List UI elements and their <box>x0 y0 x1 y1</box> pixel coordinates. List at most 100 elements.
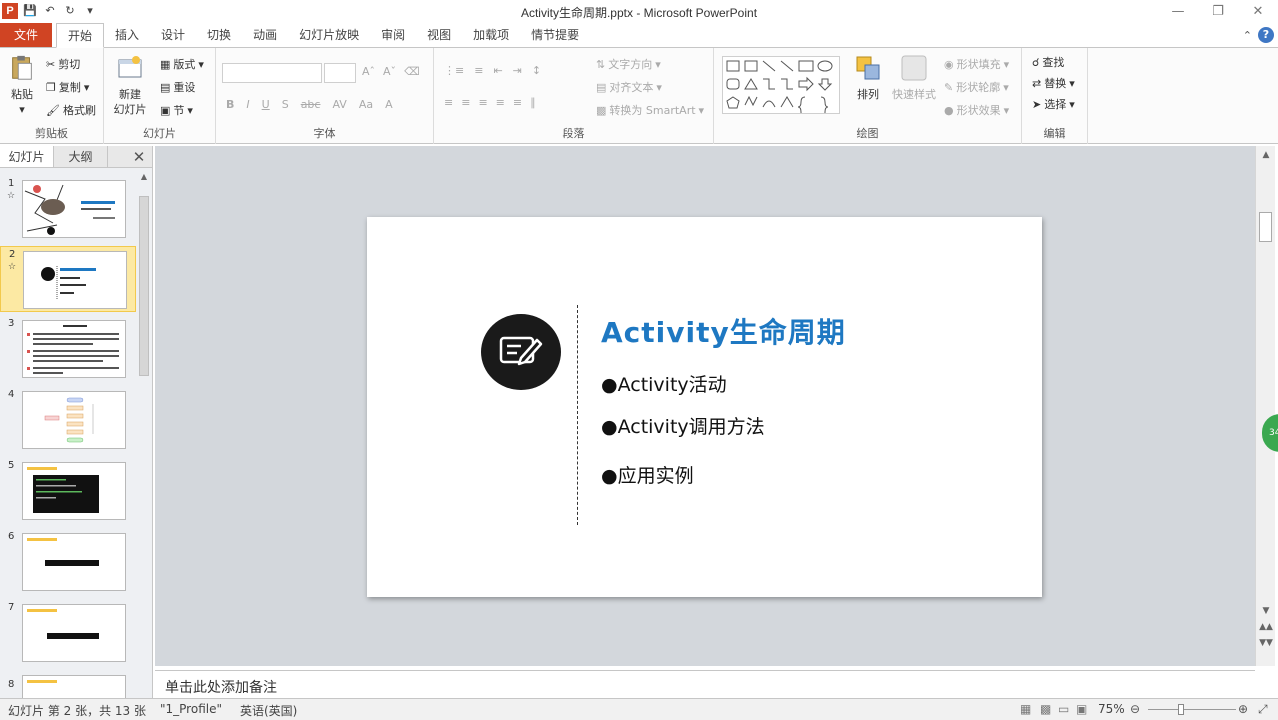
replace-button[interactable]: ⇄ 替换 ▾ <box>1032 75 1075 91</box>
bullet-item[interactable]: ●Activity调用方法 <box>601 412 765 439</box>
underline-icon[interactable]: U <box>262 98 270 111</box>
bullets-icon[interactable]: ⋮≡ <box>444 64 464 77</box>
help-icon[interactable]: ? <box>1258 27 1274 43</box>
strikethrough-icon[interactable]: abc <box>301 98 321 111</box>
reading-view-icon[interactable]: ▭ <box>1058 702 1069 716</box>
clear-format-icon[interactable]: ⌫ <box>404 65 420 78</box>
paste-button[interactable]: 粘贴 ▾ <box>6 54 38 117</box>
layout-button[interactable]: ▦ 版式 ▾ <box>160 56 204 72</box>
slide-thumbnail-8[interactable]: 8 <box>0 671 136 698</box>
tab-animations[interactable]: 动画 <box>242 23 288 47</box>
tab-home[interactable]: 开始 <box>56 23 105 48</box>
select-button[interactable]: ➤ 选择 ▾ <box>1032 96 1075 112</box>
grow-font-icon[interactable]: Aˆ <box>362 65 375 78</box>
shrink-font-icon[interactable]: Aˇ <box>383 65 396 78</box>
tab-transitions[interactable]: 切换 <box>196 23 242 47</box>
slide-thumbnail-7[interactable]: 7 <box>0 600 136 666</box>
tab-view[interactable]: 视图 <box>416 23 462 47</box>
justify-icon[interactable]: ≡ <box>496 96 505 109</box>
tab-design[interactable]: 设计 <box>150 23 196 47</box>
char-spacing-icon[interactable]: AV <box>332 98 346 111</box>
tab-slides-panel[interactable]: 幻灯片 <box>0 146 54 167</box>
close-panel-icon[interactable]: ✕ <box>126 146 152 167</box>
font-color-icon[interactable]: A <box>385 98 393 111</box>
slide-scroll-thumb[interactable] <box>1259 212 1272 242</box>
cut-button[interactable]: ✂ 剪切 <box>46 56 80 72</box>
slide-sorter-icon[interactable]: ▩ <box>1040 702 1051 716</box>
align-center-icon[interactable]: ≡ <box>461 96 470 109</box>
notes-pane[interactable]: 单击此处添加备注 <box>155 670 1255 698</box>
zoom-slider[interactable] <box>1148 704 1236 715</box>
tab-insert[interactable]: 插入 <box>104 23 150 47</box>
tab-file[interactable]: 文件 <box>0 23 52 47</box>
panel-scrollbar[interactable]: ▲ <box>138 172 150 694</box>
arrange-button[interactable]: 排列 <box>850 54 886 102</box>
zoom-slider-thumb[interactable] <box>1178 704 1184 715</box>
current-slide[interactable]: Activity生命周期 ●Activity活动 ●Activity调用方法 ●… <box>367 217 1042 597</box>
scroll-down-icon[interactable]: ▼ <box>1256 606 1276 616</box>
align-text-button[interactable]: ▤ 对齐文本 ▾ <box>596 79 662 95</box>
new-slide-button[interactable]: 新建 幻灯片 <box>110 54 150 117</box>
slide-thumbnail-5[interactable]: 5 <box>0 458 136 524</box>
theme-name[interactable]: "1_Profile" <box>160 702 222 716</box>
fit-to-window-icon[interactable]: ⤢ <box>1258 702 1268 717</box>
slide-thumbnail-6[interactable]: 6 <box>0 529 136 595</box>
font-name-combo[interactable] <box>222 63 322 83</box>
paste-dropdown-icon[interactable]: ▾ <box>6 102 38 117</box>
collapse-ribbon-icon[interactable]: ⌃ <box>1243 29 1252 42</box>
increase-indent-icon[interactable]: ⇥ <box>513 64 522 77</box>
line-spacing-icon[interactable]: ↕ <box>532 64 541 77</box>
quick-styles-button[interactable]: 快速样式 <box>890 54 938 102</box>
decrease-indent-icon[interactable]: ⇤ <box>493 64 502 77</box>
tab-slideshow[interactable]: 幻灯片放映 <box>288 23 370 47</box>
slide-thumbnail-3[interactable]: 3 <box>0 316 136 382</box>
shape-outline-button[interactable]: ✎ 形状轮廓 ▾ <box>944 79 1009 95</box>
numbering-icon[interactable]: ≡ <box>474 64 483 77</box>
format-painter-button[interactable]: 🖌 格式刷 <box>46 102 96 118</box>
language-indicator[interactable]: 英语(英国) <box>240 702 297 719</box>
scroll-up-icon[interactable]: ▲ <box>138 172 150 181</box>
slide-title[interactable]: Activity生命周期 <box>601 311 846 351</box>
align-right-icon[interactable]: ≡ <box>478 96 487 109</box>
zoom-out-icon[interactable]: ⊖ <box>1130 702 1140 716</box>
zoom-level[interactable]: 75% <box>1098 702 1125 716</box>
panel-scroll-thumb[interactable] <box>139 196 149 376</box>
scroll-up-icon[interactable]: ▲ <box>1256 150 1276 160</box>
shape-effects-button[interactable]: ● 形状效果 ▾ <box>944 102 1009 118</box>
tab-addins[interactable]: 加载项 <box>462 23 520 47</box>
tab-review[interactable]: 审阅 <box>370 23 416 47</box>
normal-view-icon[interactable]: ▦ <box>1020 702 1031 716</box>
zoom-in-icon[interactable]: ⊕ <box>1238 702 1248 716</box>
font-size-combo[interactable] <box>324 63 356 83</box>
convert-smartart-button[interactable]: ▩ 转换为 SmartArt ▾ <box>596 102 704 118</box>
restore-icon[interactable]: ❐ <box>1198 0 1238 24</box>
align-left-icon[interactable]: ≡ <box>444 96 453 109</box>
shadow-icon[interactable]: S <box>282 98 289 111</box>
reset-button[interactable]: ▤ 重设 <box>160 79 195 95</box>
slide-thumbnail-1[interactable]: 1 ☆ <box>0 176 136 242</box>
shapes-gallery[interactable] <box>722 56 840 118</box>
section-button[interactable]: ▣ 节 ▾ <box>160 102 193 118</box>
distribute-icon[interactable]: ≡ <box>513 96 522 109</box>
copy-dropdown-icon[interactable]: ▾ <box>84 81 90 94</box>
text-direction-button[interactable]: ⇅ 文字方向 ▾ <box>596 56 661 72</box>
italic-icon[interactable]: I <box>246 98 249 111</box>
previous-slide-icon[interactable]: ▲▲ <box>1256 622 1276 632</box>
slideshow-view-icon[interactable]: ▣ <box>1076 702 1087 716</box>
slide-thumbnail-2[interactable]: 2 ☆ <box>0 246 136 312</box>
bullet-item[interactable]: ●Activity活动 <box>601 370 727 397</box>
shape-fill-button[interactable]: ◉ 形状填充 ▾ <box>944 56 1009 72</box>
bullet-item[interactable]: ●应用实例 <box>601 461 694 488</box>
tab-outline-panel[interactable]: 大纲 <box>54 146 108 167</box>
find-button[interactable]: ☌ 查找 <box>1032 54 1064 70</box>
tab-storyboarding[interactable]: 情节提要 <box>520 23 590 47</box>
change-case-icon[interactable]: Aa <box>359 98 373 111</box>
bold-icon[interactable]: B <box>226 98 234 111</box>
next-slide-icon[interactable]: ▼▼ <box>1256 638 1276 648</box>
notes-placeholder[interactable]: 单击此处添加备注 <box>165 677 277 697</box>
slide-thumbnail-4[interactable]: 4 <box>0 387 136 453</box>
columns-icon[interactable]: ∥ <box>530 96 536 109</box>
slide-scrollbar[interactable]: ▲ ▼ ▲▲ ▼▼ <box>1255 146 1275 666</box>
close-icon[interactable]: ✕ <box>1238 0 1278 24</box>
copy-button[interactable]: ❐ 复制 ▾ <box>46 79 89 95</box>
